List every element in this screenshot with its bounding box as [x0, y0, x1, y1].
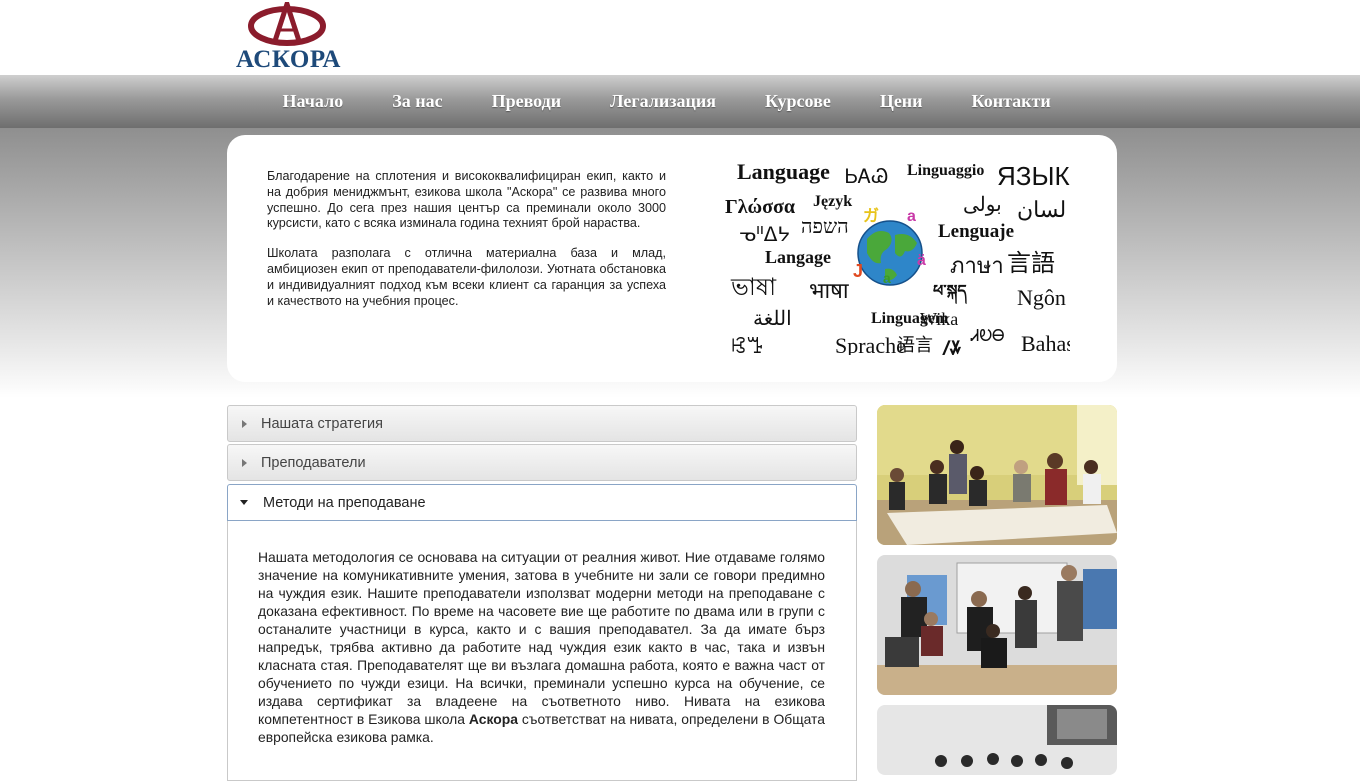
lang-word: ЯЗЫК	[997, 161, 1070, 191]
lang-word: Bahasa	[1021, 331, 1070, 355]
lang-word: ภาษา	[950, 253, 1004, 278]
svg-text:J: J	[853, 261, 863, 281]
svg-text:a: a	[883, 270, 891, 286]
svg-text:ガ: ガ	[863, 207, 879, 225]
lang-word: Wika	[920, 309, 958, 329]
lang-word: Langage	[765, 247, 831, 267]
logo-text: АСКОРА	[236, 46, 341, 73]
nav-item-legalization[interactable]: Легализация	[586, 91, 741, 112]
main-nav: Начало За нас Преводи Легализация Курсов…	[0, 75, 1360, 128]
classroom-photo-image	[877, 555, 1117, 695]
lang-word: Sprache	[835, 333, 906, 355]
site-header: АСКОРА	[0, 0, 1360, 75]
lang-word: بولی	[963, 194, 1002, 216]
accordion-section-methods: Методи на преподаване	[227, 484, 857, 521]
accordion-header-methods[interactable]: Методи на преподаване	[227, 484, 857, 521]
lang-word: Ngôn ngữ	[1017, 285, 1070, 310]
lang-word: ᓀᐦᐃᔭ	[739, 224, 790, 246]
classroom-photo-image	[877, 405, 1117, 545]
nav-item-home[interactable]: Начало	[258, 91, 368, 112]
site-logo[interactable]: АСКОРА	[236, 2, 341, 73]
nav-item-courses[interactable]: Курсове	[740, 91, 855, 112]
accordion-panel-methods: Нашата методология се основава на ситуац…	[227, 521, 857, 781]
nav-item-prices[interactable]: Цени	[855, 91, 947, 112]
intro-paragraph: Школата разполага с отлична материална б…	[267, 246, 666, 308]
lang-word: Linguaggio	[907, 162, 984, 179]
globe-icon: ガ a J ä a	[853, 207, 926, 286]
caret-right-icon	[242, 419, 247, 428]
accordion-label: Методи на преподаване	[263, 494, 426, 511]
accordion-header-strategy[interactable]: Нашата стратегия	[227, 405, 857, 442]
caret-down-icon	[240, 500, 248, 505]
methods-text: Нашата методология се основава на ситуац…	[258, 548, 825, 746]
accordion-section-strategy: Нашата стратегия	[227, 405, 857, 442]
lang-word: ཕ་སྐད	[933, 283, 967, 305]
classroom-photo-1[interactable]	[877, 405, 1117, 545]
lang-word: ᏗᎧᎾ	[970, 328, 1005, 345]
lang-word: ꕙꔤ	[731, 333, 763, 355]
nav-item-translations[interactable]: Преводи	[467, 91, 586, 112]
intro-text: Благодарение на сплотения и висококвалиф…	[267, 169, 666, 323]
lang-word: השפה	[801, 216, 849, 238]
language-word-cloud-image: Language ᏏᎪᏊ Linguaggio ЯЗЫК Γλώσσα Języ…	[725, 159, 1070, 355]
classroom-photo-2[interactable]	[877, 555, 1117, 695]
accordion-section-teachers: Преподаватели	[227, 444, 857, 481]
lang-word: Language	[737, 159, 830, 184]
accordion-label: Преподаватели	[261, 454, 366, 471]
intro-paragraph: Благодарение на сплотения и висококвалиф…	[267, 169, 666, 231]
askora-logo-icon	[248, 2, 326, 46]
lang-word: भाषा	[809, 278, 849, 303]
svg-text:a: a	[907, 208, 916, 225]
nav-item-about[interactable]: За нас	[368, 91, 467, 112]
svg-text:ä: ä	[917, 252, 926, 269]
lang-word: 语言	[897, 335, 933, 355]
nav-item-contacts[interactable]: Контакти	[947, 91, 1075, 112]
lang-word: ꤷꤸ	[942, 338, 962, 355]
lang-word: ভাষা	[730, 275, 777, 301]
methods-text-part: Нашата методология се основава на ситуац…	[258, 549, 825, 727]
school-name-bold: Аскора	[468, 711, 518, 727]
lang-word: ᏏᎪᏊ	[845, 166, 888, 188]
lang-word: Γλώσσα	[725, 196, 795, 218]
lang-word: 言語	[1007, 250, 1055, 277]
intro-panel: Благодарение на сплотения и висококвалиф…	[227, 135, 1117, 382]
lang-word: اللغة	[753, 308, 792, 330]
lang-word: Język	[813, 193, 852, 210]
accordion-header-teachers[interactable]: Преподаватели	[227, 444, 857, 481]
caret-right-icon	[242, 458, 247, 467]
lang-word: لسان	[1017, 197, 1066, 222]
accordion-label: Нашата стратегия	[261, 415, 383, 432]
lang-word: Lenguaje	[938, 221, 1014, 242]
